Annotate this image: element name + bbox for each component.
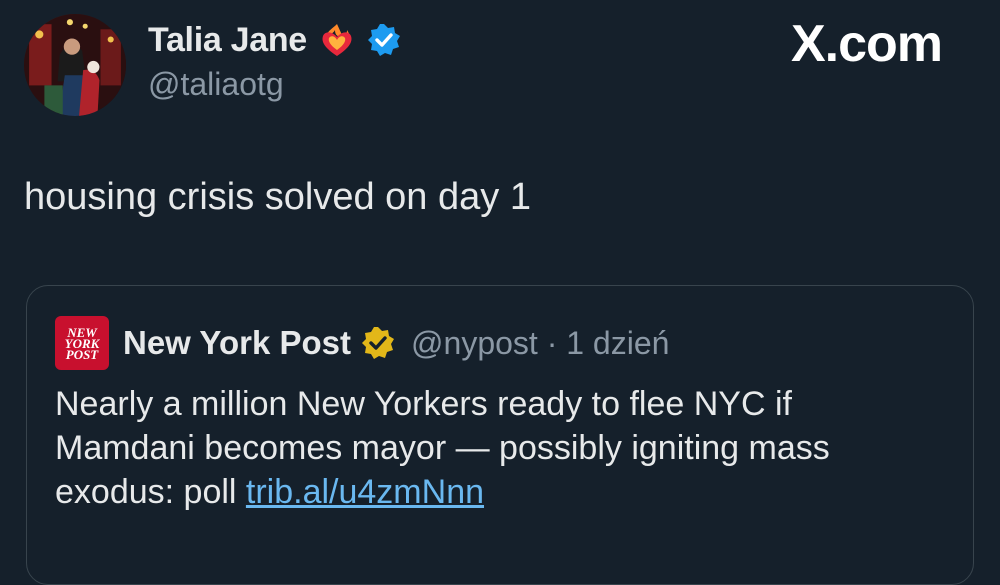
quoted-handle: @nypost · 1 dzień bbox=[411, 325, 669, 362]
verified-badge-icon[interactable] bbox=[367, 23, 401, 57]
nypost-logo[interactable]: NEW YORK POST bbox=[55, 316, 109, 370]
verified-gold-icon[interactable] bbox=[361, 326, 395, 360]
author-name-row: Talia Jane bbox=[148, 20, 401, 60]
author-avatar[interactable] bbox=[24, 14, 126, 116]
logo-line-3: POST bbox=[65, 346, 99, 362]
quoted-tweet-text: Nearly a million New Yorkers ready to fl… bbox=[55, 382, 935, 514]
quoted-display-name[interactable]: New York Post bbox=[123, 324, 351, 362]
author-display-name[interactable]: Talia Jane bbox=[148, 21, 307, 60]
tweet-text: housing crisis solved on day 1 bbox=[24, 176, 531, 218]
avatar-photo bbox=[24, 14, 126, 116]
author-handle[interactable]: @taliaotg bbox=[148, 66, 284, 103]
quoted-link[interactable]: trib.al/u4zmNnn bbox=[246, 473, 484, 511]
heart-on-fire-icon bbox=[317, 20, 357, 60]
brand-label: X.com bbox=[790, 15, 943, 73]
quoted-tweet-header: NEW YORK POST New York Post @nypost · 1 … bbox=[55, 316, 669, 370]
x-com-brand: X.com bbox=[790, 14, 943, 74]
quoted-handle-text[interactable]: @nypost bbox=[411, 325, 538, 361]
quoted-separator: · bbox=[546, 324, 558, 361]
quoted-tweet-card[interactable]: NEW YORK POST New York Post @nypost · 1 … bbox=[26, 285, 974, 585]
quoted-timestamp[interactable]: 1 dzień bbox=[566, 325, 669, 361]
